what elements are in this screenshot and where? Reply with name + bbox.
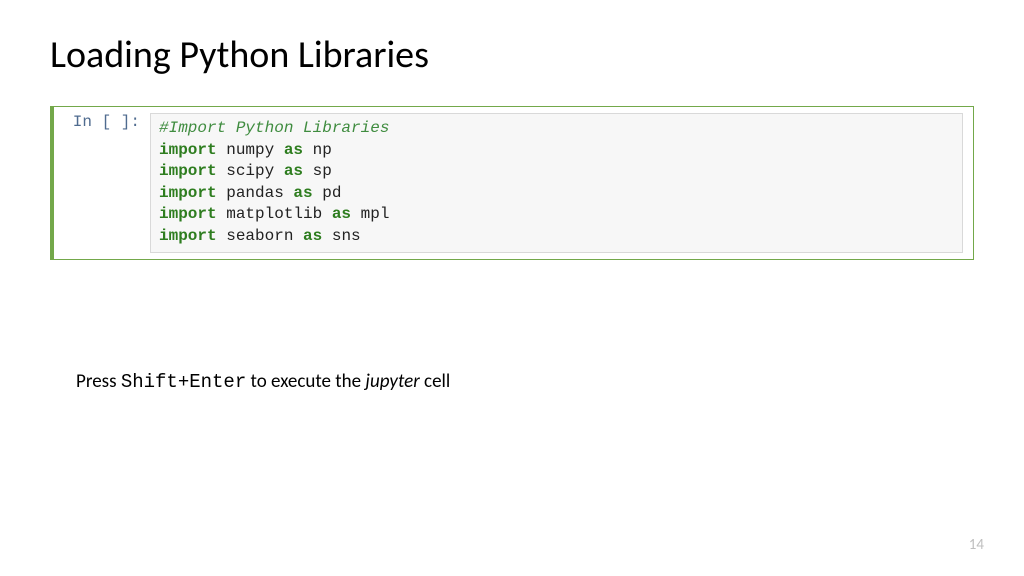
code-token: seaborn xyxy=(217,227,303,245)
code-token: sns xyxy=(322,227,360,245)
code-token: pandas xyxy=(217,184,294,202)
slide-title: Loading Python Libraries xyxy=(50,32,974,78)
slide: Loading Python Libraries In [ ]: #Import… xyxy=(0,0,1024,576)
code-token: np xyxy=(303,141,332,159)
caption-text: to execute the xyxy=(246,370,365,393)
code-comment: #Import Python Libraries xyxy=(159,119,389,137)
code-keyword: as xyxy=(293,184,312,202)
caption-text: cell xyxy=(420,370,451,393)
page-number: 14 xyxy=(969,536,984,554)
code-keyword: import xyxy=(159,205,217,223)
caption-text: Press xyxy=(76,370,121,393)
caption-shortcut: Shift+Enter xyxy=(121,371,246,393)
code-keyword: as xyxy=(284,141,303,159)
code-keyword: import xyxy=(159,227,217,245)
code-keyword: as xyxy=(284,162,303,180)
code-keyword: import xyxy=(159,184,217,202)
cell-prompt: In [ ]: xyxy=(60,113,150,131)
code-keyword: as xyxy=(303,227,322,245)
code-keyword: import xyxy=(159,141,217,159)
code-token: pd xyxy=(313,184,342,202)
code-area[interactable]: #Import Python Libraries import numpy as… xyxy=(150,113,963,253)
code-token: mpl xyxy=(351,205,389,223)
caption: Press Shift+Enter to execute the jupyter… xyxy=(50,370,974,393)
jupyter-cell: In [ ]: #Import Python Libraries import … xyxy=(50,106,974,260)
code-token: sp xyxy=(303,162,332,180)
caption-emphasis: jupyter xyxy=(365,370,419,393)
code-token: matplotlib xyxy=(217,205,332,223)
code-token: numpy xyxy=(217,141,284,159)
code-keyword: import xyxy=(159,162,217,180)
code-keyword: as xyxy=(332,205,351,223)
code-token: scipy xyxy=(217,162,284,180)
